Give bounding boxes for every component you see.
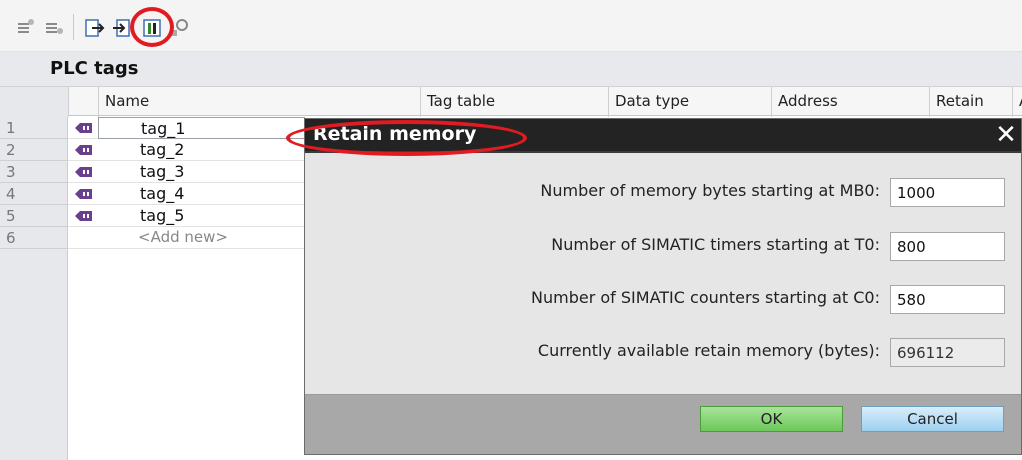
close-icon[interactable]: ✕ — [993, 122, 1019, 148]
memory-bytes-input[interactable] — [890, 178, 1005, 207]
tag-icon — [75, 123, 92, 133]
dialog-title-highlight-ring — [286, 120, 527, 156]
tag-name-cell[interactable]: tag_5 — [98, 205, 305, 227]
insert-row-icon[interactable] — [15, 17, 37, 39]
row-number: 3 — [0, 161, 68, 183]
toolbar — [0, 0, 1022, 52]
toolbar-separator — [73, 14, 74, 40]
row-number: 5 — [0, 205, 68, 227]
tag-icon — [75, 145, 92, 155]
ok-button[interactable]: OK — [700, 406, 843, 432]
row-number-header — [0, 87, 68, 117]
panel-header: PLC tags — [0, 52, 1022, 86]
column-header-accessible[interactable]: A — [1012, 87, 1022, 117]
toolbar-highlight-ring — [130, 7, 174, 47]
counters-input[interactable] — [890, 285, 1005, 314]
row-number: 6 — [0, 227, 68, 249]
retain-memory-dialog: Retain memory ✕ Number of memory bytes s… — [304, 118, 1022, 455]
add-new-cell[interactable]: <Add new> — [98, 227, 305, 249]
row-number-gutter — [0, 249, 68, 460]
row-number: 2 — [0, 139, 68, 161]
table-row[interactable]: 6 <Add new> — [0, 227, 305, 249]
cancel-button[interactable]: Cancel — [861, 406, 1004, 432]
table-row[interactable]: 4 tag_4 — [0, 183, 305, 205]
tag-name-cell[interactable]: tag_1 — [98, 117, 305, 139]
column-header-retain[interactable]: Retain — [929, 87, 1012, 117]
tag-name-cell[interactable]: tag_3 — [98, 161, 305, 183]
counters-label: Number of SIMATIC counters starting at C… — [531, 288, 880, 307]
table-row[interactable]: 3 tag_3 — [0, 161, 305, 183]
memory-bytes-label: Number of memory bytes starting at MB0: — [540, 181, 880, 200]
available-retain-label: Currently available retain memory (bytes… — [537, 341, 880, 360]
table-row[interactable]: 2 tag_2 — [0, 139, 305, 161]
tag-icon — [75, 189, 92, 199]
row-number: 4 — [0, 183, 68, 205]
panel-title: PLC tags — [50, 58, 139, 79]
available-retain-value — [890, 338, 1005, 367]
add-row-icon[interactable] — [43, 17, 65, 39]
table-header: Name Tag table Data type Address Retain … — [0, 86, 1022, 117]
tag-name-cell[interactable]: tag_4 — [98, 183, 305, 205]
row-number: 1 — [0, 117, 68, 139]
tag-icon — [75, 211, 92, 221]
table-row[interactable]: 5 tag_5 — [0, 205, 305, 227]
dialog-body: Number of memory bytes starting at MB0: … — [305, 155, 1021, 394]
column-header-data-type[interactable]: Data type — [608, 87, 771, 117]
table-row[interactable]: 1 tag_1 — [0, 117, 305, 139]
tag-icon — [75, 167, 92, 177]
dialog-footer: OK Cancel — [305, 394, 1021, 454]
column-header-address[interactable]: Address — [771, 87, 929, 117]
export-icon[interactable] — [84, 17, 106, 39]
tag-name-cell[interactable]: tag_2 — [98, 139, 305, 161]
timers-input[interactable] — [890, 232, 1005, 261]
column-header-name[interactable]: Name — [98, 87, 420, 117]
icon-column-header — [68, 87, 98, 117]
timers-label: Number of SIMATIC timers starting at T0: — [551, 235, 880, 254]
column-header-tag-table[interactable]: Tag table — [420, 87, 608, 117]
